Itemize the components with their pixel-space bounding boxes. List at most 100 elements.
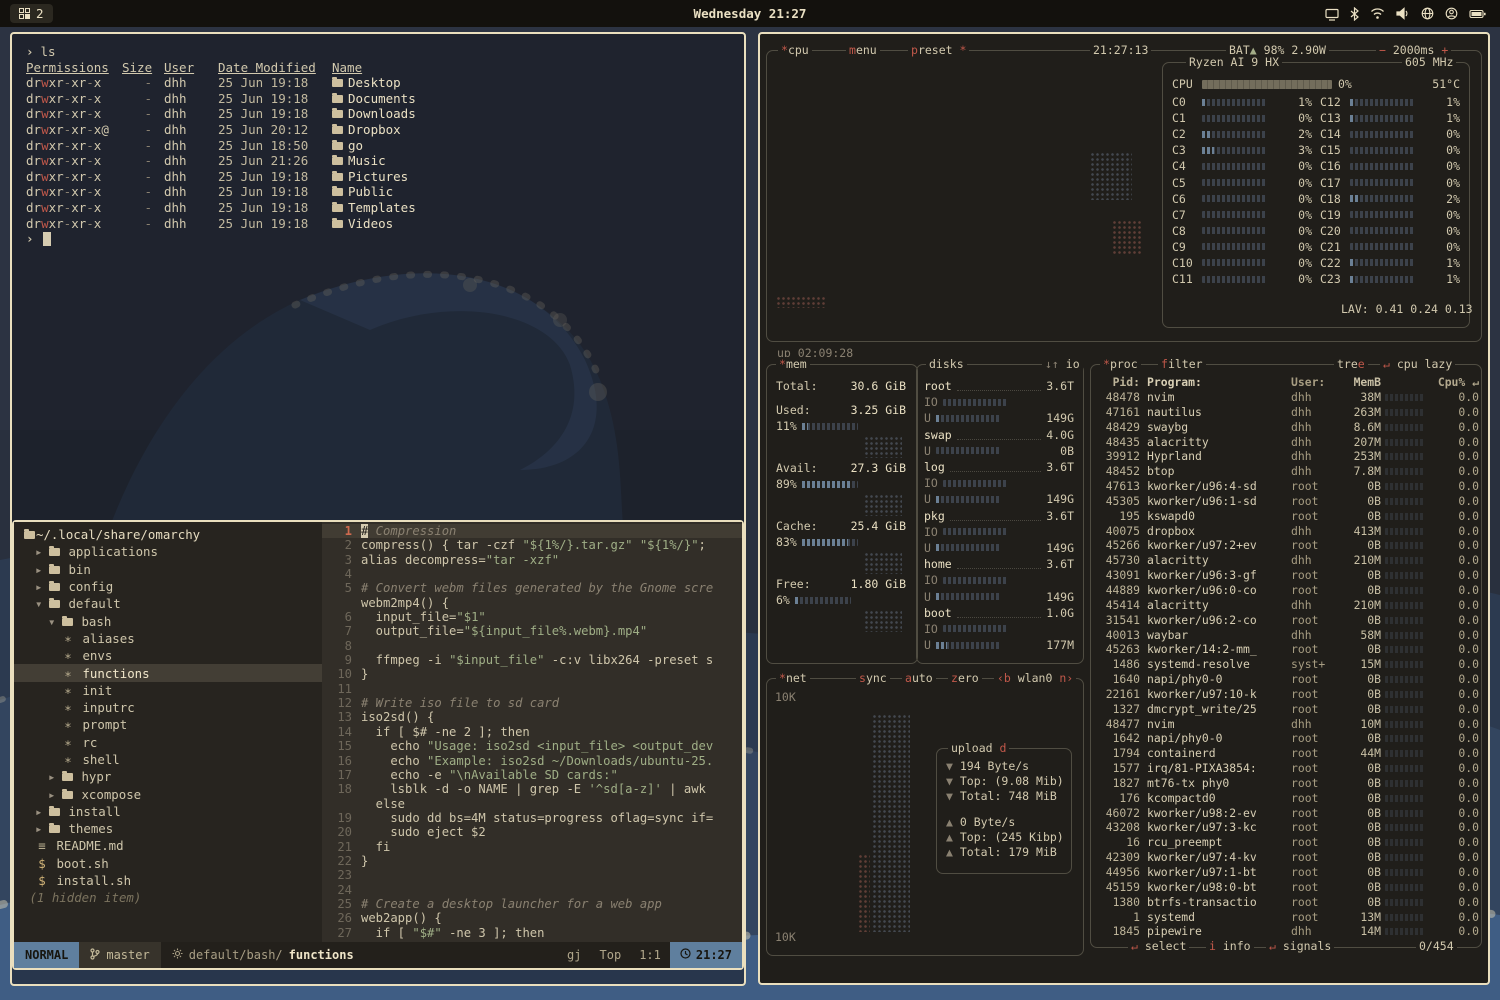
process-row[interactable]: 1577irq/81-PIXA3854:root0B0.0 (1096, 761, 1474, 776)
process-row[interactable]: 45730alacrittydhh210M0.0 (1096, 553, 1474, 568)
process-row[interactable]: 47161nautilusdhh263M0.0 (1096, 405, 1474, 420)
mem-stat-meter: 6% (776, 592, 906, 608)
process-row[interactable]: 1827mt76-tx phy0root0B0.0 (1096, 776, 1474, 791)
tree-item[interactable]: ▸ config (14, 578, 322, 595)
btop-window[interactable]: *cpu menu preset * 21:27:13 BAT▲ 98% 2.9… (758, 32, 1490, 985)
net-zero-toggle[interactable]: zero (948, 671, 982, 685)
battery-icon[interactable] (1469, 9, 1486, 19)
process-row[interactable]: 1642napi/phy0-0root0B0.0 (1096, 731, 1474, 746)
process-row[interactable]: 1794containerdroot44M0.0 (1096, 746, 1474, 761)
tree-item[interactable]: $ boot.sh (14, 855, 322, 872)
process-row[interactable]: 48478nvimdhh38M0.0 (1096, 390, 1474, 405)
process-row[interactable]: 44956kworker/u97:1-btroot0B0.0 (1096, 865, 1474, 880)
tree-item[interactable]: ∗ envs (14, 647, 322, 664)
tree-item[interactable]: $ install.sh (14, 872, 322, 889)
process-row[interactable]: 45159kworker/u98:0-btroot0B0.0 (1096, 880, 1474, 895)
sort-selector[interactable]: ↵ cpu lazy (1380, 357, 1455, 371)
markdown-file-icon: ≡ (35, 838, 49, 853)
process-row[interactable]: 176kcompactd0root0B0.0 (1096, 791, 1474, 806)
process-row[interactable]: 44889kworker/u96:0-coroot0B0.0 (1096, 583, 1474, 598)
process-row[interactable]: 45305kworker/u96:1-sdroot0B0.0 (1096, 494, 1474, 509)
process-row[interactable]: 40013waybardhh58M0.0 (1096, 628, 1474, 643)
io-toggle[interactable]: ↓↑ io (1042, 357, 1083, 371)
process-row[interactable]: 195kswapd0root0B0.0 (1096, 509, 1474, 524)
disks-box-title[interactable]: disks (926, 357, 967, 371)
signals-action[interactable]: ↵ signals (1266, 939, 1334, 953)
network-icon[interactable] (1421, 7, 1434, 20)
process-row[interactable]: 48452btopdhh7.8M0.0 (1096, 464, 1474, 479)
account-icon[interactable] (1445, 7, 1458, 20)
code-panel[interactable]: 1# Compression2compress() { tar -czf "${… (322, 522, 742, 942)
tree-item[interactable]: ∗ shell (14, 751, 322, 768)
tree-item[interactable]: ∗ inputrc (14, 699, 322, 716)
process-row[interactable]: 40075dropboxdhh413M0.0 (1096, 524, 1474, 539)
process-row[interactable]: 47613kworker/u96:4-sdroot0B0.0 (1096, 479, 1474, 494)
process-row[interactable]: 39912Hyprlanddhh253M0.0 (1096, 449, 1474, 464)
process-row[interactable]: 43208kworker/u97:3-kcroot0B0.0 (1096, 820, 1474, 835)
tree-item[interactable]: ▸ xcompose (14, 785, 322, 802)
tree-item[interactable]: ∗ functions (14, 664, 322, 681)
process-row[interactable]: 45263kworker/14:2-mm_root0B0.0 (1096, 642, 1474, 657)
neovim-window[interactable]: ~/.local/share/omarchy ▸ applications▸ b… (12, 520, 744, 970)
tree-item[interactable]: ≡ README.md (14, 837, 322, 854)
process-meter (1385, 568, 1429, 583)
cpu-box-title[interactable]: *cpu (778, 43, 812, 57)
process-row[interactable]: 22161kworker/u97:10-kroot0B0.0 (1096, 687, 1474, 702)
process-row[interactable]: 1systemdroot13M0.0 (1096, 910, 1474, 925)
net-sync-toggle[interactable]: sync (856, 671, 890, 685)
process-row[interactable]: 1640napi/phy0-0root0B0.0 (1096, 672, 1474, 687)
tree-item[interactable]: ▸ install (14, 803, 322, 820)
net-interface[interactable]: ‹b wlan0 n› (994, 671, 1076, 685)
process-row[interactable]: 45266kworker/u97:2+evroot0B0.0 (1096, 538, 1474, 553)
process-row[interactable]: 1845pipewiredhh14M0.0 (1096, 924, 1474, 939)
volume-icon[interactable] (1396, 7, 1410, 20)
ls-date: 25 Jun 19:18 (218, 106, 326, 122)
net-graph (858, 854, 870, 932)
tree-item[interactable]: ∗ init (14, 682, 322, 699)
code-line: 14 if [ $# -ne 2 ]; then (322, 725, 742, 739)
process-row[interactable]: 48429swaybgdhh8.6M0.0 (1096, 420, 1474, 435)
process-cpu: 0.0 (1429, 672, 1479, 687)
tree-item[interactable]: ▾ default (14, 595, 322, 612)
mem-box-title[interactable]: *mem (776, 357, 810, 371)
process-user: root (1291, 776, 1339, 791)
net-auto-toggle[interactable]: auto (902, 671, 936, 685)
file-tree-panel[interactable]: ~/.local/share/omarchy ▸ applications▸ b… (14, 522, 322, 942)
proc-box-title[interactable]: *proc (1100, 357, 1141, 371)
wifi-icon[interactable] (1370, 7, 1385, 20)
process-user: root (1291, 761, 1339, 776)
net-box-title[interactable]: *net (776, 671, 810, 685)
tree-item[interactable]: ▸ themes (14, 820, 322, 837)
tree-item[interactable]: ∗ aliases (14, 630, 322, 647)
process-row[interactable]: 45414alacrittydhh210M0.0 (1096, 598, 1474, 613)
tree-item[interactable]: ▾ bash (14, 612, 322, 629)
tree-item[interactable]: ▸ applications (14, 543, 322, 560)
ls-name: Documents (332, 91, 416, 107)
filter-button[interactable]: filter (1158, 357, 1206, 371)
tree-item[interactable]: ▸ bin (14, 561, 322, 578)
process-row[interactable]: 48435alacrittydhh207M0.0 (1096, 435, 1474, 450)
process-row[interactable]: 1327dmcrypt_write/25root0B0.0 (1096, 702, 1474, 717)
process-row[interactable]: 48477nvimdhh10M0.0 (1096, 717, 1474, 732)
process-row[interactable]: 1486systemd-resolvesyst+15M0.0 (1096, 657, 1474, 672)
cast-icon[interactable] (1325, 7, 1339, 21)
process-row[interactable]: 31541kworker/u96:2-coroot0B0.0 (1096, 613, 1474, 628)
disk-io-row: IO (924, 572, 1074, 588)
preset-button[interactable]: preset * (908, 43, 969, 57)
tree-item[interactable]: (1 hidden item) (14, 889, 322, 906)
process-cpu: 0.0 (1429, 553, 1479, 568)
tree-toggle[interactable]: tree (1334, 357, 1368, 371)
info-action[interactable]: i info (1206, 939, 1254, 953)
tree-item[interactable]: ∗ rc (14, 734, 322, 751)
menu-button[interactable]: menu (846, 43, 880, 57)
process-row[interactable]: 43091kworker/u96:3-gfroot0B0.0 (1096, 568, 1474, 583)
workspace-pill[interactable]: 2 (10, 4, 53, 23)
process-row[interactable]: 1380btrfs-transactioroot0B0.0 (1096, 895, 1474, 910)
process-row[interactable]: 46072kworker/u98:2-evroot0B0.0 (1096, 806, 1474, 821)
select-action[interactable]: ↵ select (1128, 939, 1189, 953)
bluetooth-icon[interactable] (1350, 7, 1359, 21)
process-row[interactable]: 42309kworker/u97:4-kvroot0B0.0 (1096, 850, 1474, 865)
process-row[interactable]: 16rcu_preemptroot0B0.0 (1096, 835, 1474, 850)
tree-item[interactable]: ∗ prompt (14, 716, 322, 733)
tree-item[interactable]: ▸ hypr (14, 768, 322, 785)
